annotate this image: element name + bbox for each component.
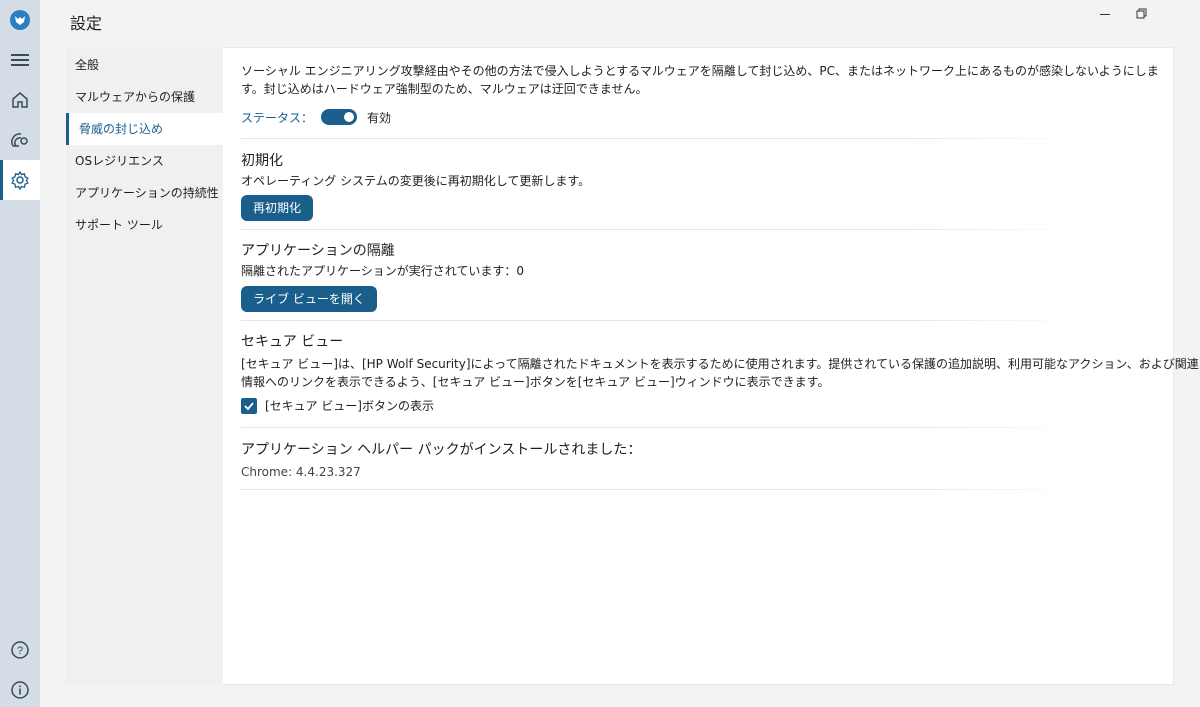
subnav-item-support-tools[interactable]: サポート ツール [66,209,223,241]
secure-view-checkbox-label: [セキュア ビュー]ボタンの表示 [265,399,434,413]
subnav-item-general[interactable]: 全般 [66,49,223,81]
status-value: 有効 [367,110,392,125]
svg-text:?: ? [17,645,23,657]
isolation-desc: 隔離されたアプリケーションが実行されています：0 [241,264,525,278]
subnav-item-threat-containment[interactable]: 脅威の封じ込め [66,113,223,145]
threat-containment-content: ソーシャル エンジニアリング攻撃経由やその他の方法で侵入しようとするマルウェアを… [241,62,1199,490]
secure-view-title: セキュア ビュー [241,334,344,350]
icon-rail: ? [0,0,40,707]
intro-line-1: ソーシャル エンジニアリング攻撃経由やその他の方法で侵入しようとするマルウェアを… [241,64,1159,78]
secure-view-desc: [セキュア ビュー]は、[HP Wolf Security]によって隔離されたド… [241,355,1199,391]
subnav-item-app-persistence[interactable]: アプリケーションの持続性 [66,177,223,209]
secure-view-checkbox[interactable] [241,398,257,414]
checkmark-icon [244,402,254,411]
subnav-item-malware-protection[interactable]: マルウェアからの保護 [66,81,223,113]
help-icon[interactable]: ? [0,630,40,670]
status-toggle[interactable] [321,109,358,125]
divider [241,427,1081,428]
minimize-icon[interactable] [1090,4,1120,24]
subnav-item-os-resilience[interactable]: OSレジリエンス [66,145,223,177]
secure-view-desc-line-2: 情報へのリンクを表示できるよう、[セキュア ビュー]ボタンを[セキュア ビュー]… [241,375,830,389]
reinit-title: 初期化 [241,153,283,169]
divider [241,320,1081,321]
status-label: ステータス： [241,110,314,125]
settings-subnav: 全般 マルウェアからの保護 脅威の封じ込め OSレジリエンス アプリケーションの… [66,47,223,685]
info-icon[interactable] [0,670,40,707]
radar-icon[interactable] [0,120,40,160]
reinitialize-button[interactable]: 再初期化 [241,195,314,221]
window-title: 設定 [70,14,103,33]
status-row: ステータス： 有効 [241,108,1161,126]
open-live-view-button[interactable]: ライブ ビューを開く [241,286,377,312]
restore-icon[interactable] [1126,4,1156,24]
gear-icon[interactable] [0,160,40,200]
secure-view-checkbox-row[interactable]: [セキュア ビュー]ボタンの表示 [241,397,1161,415]
isolation-title: アプリケーションの隔離 [241,243,395,259]
helper-pack-version: Chrome: 4.4.23.327 [241,465,361,479]
reinit-desc: オペレーティング システムの変更後に再初期化して更新します。 [241,174,591,188]
divider [241,229,1081,230]
home-icon[interactable] [0,80,40,120]
hamburger-icon[interactable] [0,40,40,80]
intro-text: ソーシャル エンジニアリング攻撃経由やその他の方法で侵入しようとするマルウェアを… [241,62,1161,98]
helper-pack-title: アプリケーション ヘルパー パックがインストールされました： [241,442,642,458]
divider [241,489,1081,490]
secure-view-desc-line-1: [セキュア ビュー]は、[HP Wolf Security]によって隔離されたド… [241,357,1199,371]
divider [241,138,1081,139]
wolf-logo-icon [0,0,40,40]
toggle-knob [344,112,355,122]
intro-line-2: す。封じ込めはハードウェア強制型のため、マルウェアは迂回できません。 [241,82,648,96]
